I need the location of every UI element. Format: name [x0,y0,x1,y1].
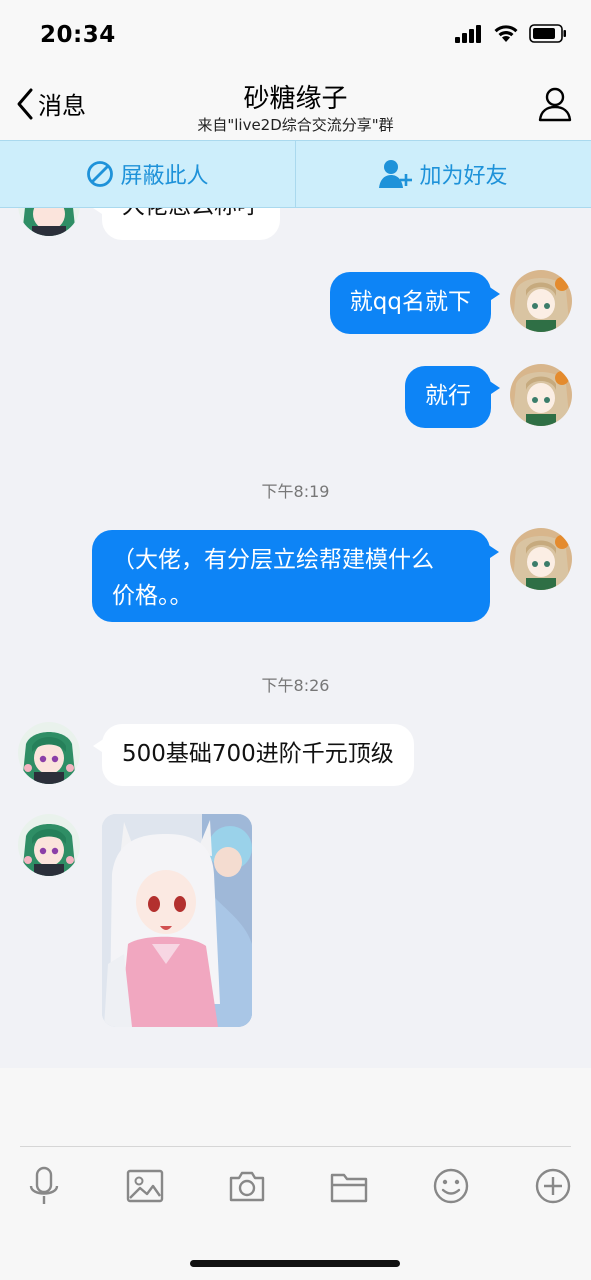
block-icon [87,161,114,187]
message-bubble-incoming[interactable]: 500基础700进阶千元顶级 [93,724,414,786]
home-indicator [190,1260,400,1267]
plus-icon[interactable] [533,1166,573,1206]
status-bar: 20:34 [0,0,591,68]
avatar-self[interactable] [510,364,572,426]
input-panel [0,1068,591,1280]
avatar-contact[interactable] [18,722,80,784]
stranger-action-bar: 屏蔽此人 加为好友 [0,140,591,208]
message-bubble-outgoing[interactable]: （大佬，有分层立绘帮建模什么 价格。。 [92,530,499,622]
microphone-icon[interactable] [24,1166,64,1206]
add-friend-button[interactable]: 加为好友 [296,141,591,207]
wifi-icon [494,25,518,42]
image-icon[interactable] [125,1166,165,1206]
message-timestamp: 下午8:26 [261,676,330,695]
add-friend-label: 加为好友 [419,164,508,189]
block-user-label: 屏蔽此人 [120,164,209,189]
message-bubble-outgoing[interactable]: 就行 [405,366,500,428]
message-bubble-outgoing[interactable]: 就qq名就下 [329,272,501,334]
chat-area[interactable]: 大佬怎么称呼 就qq名就下 就行 下午8:19 （大佬 [0,208,591,1068]
chat-toolbar [0,1166,591,1226]
emoji-icon[interactable] [431,1166,471,1206]
message-line: （大佬，有分层立绘帮建模什么 [112,547,434,573]
signal-icon [455,24,481,43]
sticker-image[interactable] [102,814,252,1027]
avatar-contact[interactable] [18,208,80,236]
add-friend-icon [379,160,413,188]
message-line: 价格。。 [112,583,193,609]
status-time: 20:34 [40,22,116,48]
profile-button[interactable] [537,86,573,126]
avatar-self[interactable] [510,270,572,332]
person-icon [538,87,572,122]
message-bubble-incoming[interactable]: 大佬怎么称呼 [93,208,280,240]
battery-icon [529,24,566,43]
nav-bar: 消息 砂糖缘子 来自"live2D综合交流分享"群 [0,68,591,140]
page-title: 砂糖缘子 [243,84,348,114]
camera-icon[interactable] [227,1166,267,1206]
folder-icon[interactable] [329,1166,369,1206]
avatar-self[interactable] [510,528,572,590]
page-subtitle: 来自"live2D综合交流分享"群 [197,116,394,134]
avatar-contact[interactable] [18,814,80,876]
block-user-button[interactable]: 屏蔽此人 [0,141,295,207]
status-icons [455,24,567,43]
input-divider [20,1146,571,1147]
message-timestamp: 下午8:19 [261,482,330,501]
